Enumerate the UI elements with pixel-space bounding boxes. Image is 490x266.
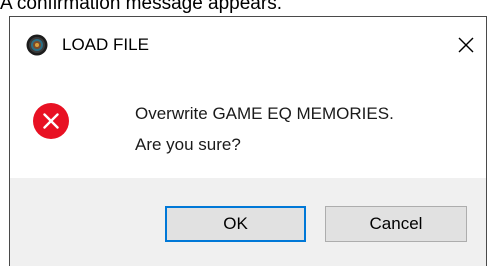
dialog-titlebar: LOAD FILE [10, 17, 486, 72]
dialog-title: LOAD FILE [62, 35, 149, 54]
ok-button[interactable]: OK [165, 206, 306, 242]
close-icon[interactable] [446, 25, 486, 65]
message-text: Are you sure? [135, 135, 241, 154]
error-icon [32, 102, 70, 140]
cancel-button[interactable]: Cancel [325, 206, 467, 242]
button-bar: OK Cancel [10, 178, 486, 266]
caption-text: A confirmation message appears. [0, 0, 282, 14]
message-area: Overwrite GAME EQ MEMORIES. Are you sure… [10, 72, 486, 172]
dialog-border [486, 16, 487, 266]
message-text: Overwrite GAME EQ MEMORIES. [135, 104, 394, 123]
speaker-disc-icon [26, 34, 48, 56]
